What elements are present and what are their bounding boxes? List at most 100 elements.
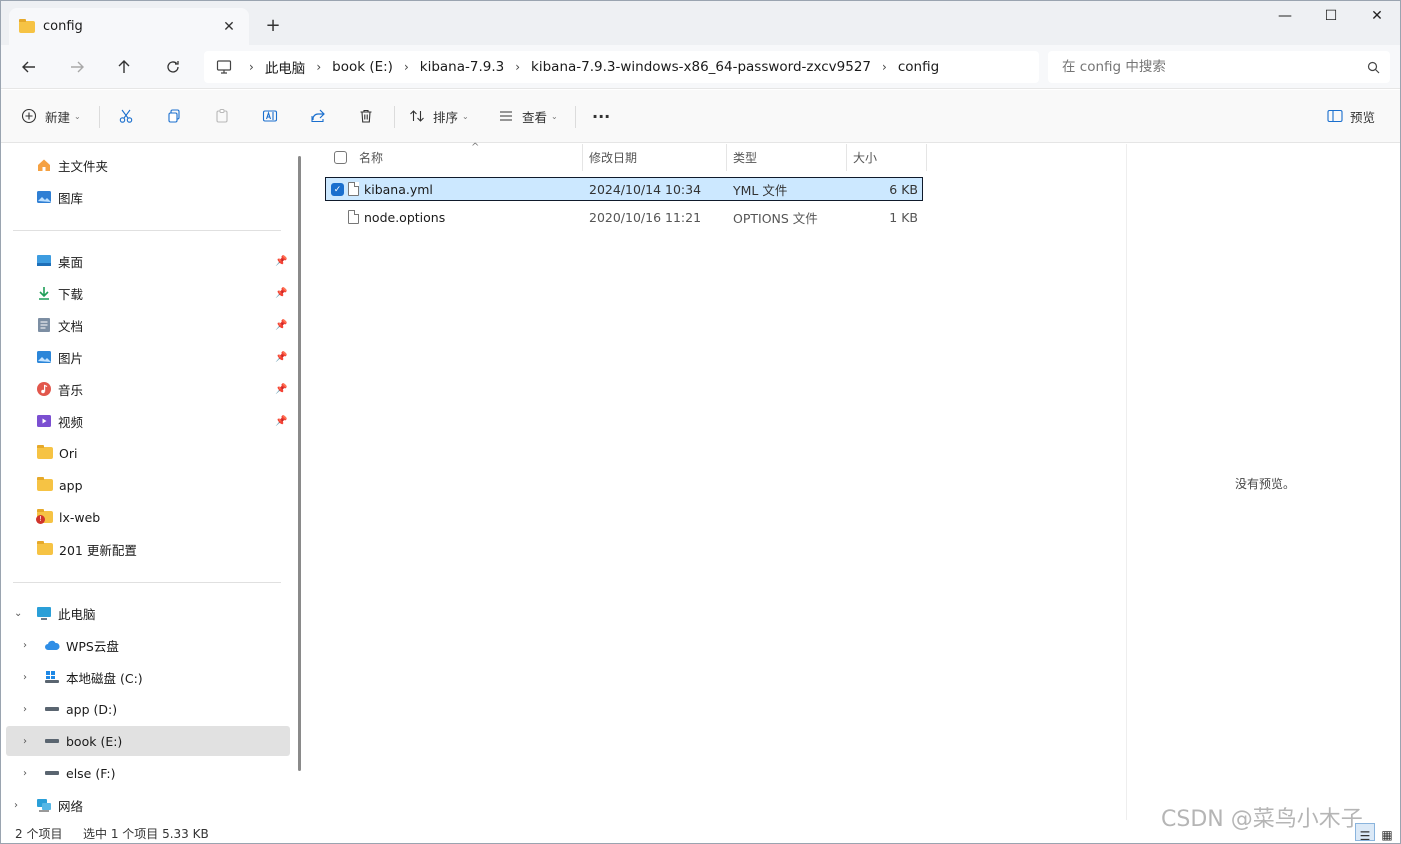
arrow-up-icon <box>118 60 130 73</box>
pin-icon[interactable]: 📌 <box>275 384 287 395</box>
file-icon <box>348 182 359 196</box>
sidebar-item-label: 文档 <box>58 318 84 334</box>
sidebar-item-gallery[interactable]: 图库 <box>1 182 291 212</box>
column-header-type[interactable]: 类型 <box>727 144 847 171</box>
sidebar-item-ori[interactable]: Ori <box>1 438 291 468</box>
table-row[interactable]: ✓ kibana.yml 2024/10/14 10:34 YML 文件 6 K… <box>325 177 923 201</box>
sidebar-item-pictures[interactable]: 图片 📌 <box>1 342 291 372</box>
sort-button[interactable]: 排序 ⌄ <box>409 102 469 130</box>
chevron-down-icon[interactable]: ⌄ <box>14 608 22 619</box>
chevron-right-icon[interactable]: › <box>23 672 27 683</box>
sidebar-item-label: 此电脑 <box>58 606 96 622</box>
sidebar-item-else-f[interactable]: › else (F:) <box>1 758 291 788</box>
tiles-view-button[interactable]: ▦ <box>1377 823 1397 842</box>
minimize-button[interactable]: — <box>1262 1 1308 31</box>
chevron-right-icon[interactable]: › <box>23 768 27 779</box>
copy-icon <box>168 109 180 123</box>
pin-icon[interactable]: 📌 <box>275 352 287 363</box>
toolbar-divider <box>575 106 576 128</box>
video-icon <box>35 413 53 429</box>
chevron-right-icon[interactable]: › <box>313 60 324 74</box>
file-size: 6 KB <box>889 181 918 197</box>
arrow-right-icon <box>71 61 84 73</box>
forward-button[interactable] <box>62 53 92 81</box>
sidebar-item-wps-cloud[interactable]: › WPS云盘 <box>1 630 291 660</box>
up-button[interactable] <box>109 53 139 81</box>
chevron-right-icon[interactable]: › <box>23 704 27 715</box>
chevron-right-icon[interactable]: › <box>401 60 412 74</box>
copy-button[interactable] <box>166 102 182 130</box>
scissors-icon <box>119 109 133 123</box>
sidebar-item-network[interactable]: › 网络 <box>1 790 291 820</box>
tab-close-icon[interactable]: ✕ <box>219 19 239 35</box>
chevron-right-icon[interactable]: › <box>14 800 18 811</box>
sidebar-item-label: 桌面 <box>58 254 84 270</box>
download-icon <box>35 285 53 301</box>
table-row[interactable]: node.options 2020/10/16 11:21 OPTIONS 文件… <box>325 205 923 229</box>
refresh-button[interactable] <box>158 53 188 81</box>
breadcrumb[interactable]: › 此电脑 › book (E:) › kibana-7.9.3 › kiban… <box>204 51 1039 83</box>
column-header-name[interactable]: 名称 ^ <box>325 142 583 171</box>
pin-icon[interactable]: 📌 <box>275 288 287 299</box>
share-button[interactable] <box>310 102 326 130</box>
paste-button[interactable] <box>214 102 230 130</box>
sidebar-scrollbar[interactable] <box>298 156 301 771</box>
sidebar-item-lx-web[interactable]: ! lx-web <box>1 502 291 532</box>
rename-button[interactable] <box>262 102 278 130</box>
back-button[interactable] <box>14 53 44 81</box>
sidebar-item-videos[interactable]: 视频 📌 <box>1 406 291 436</box>
column-header-size[interactable]: 大小 <box>847 144 927 171</box>
close-window-button[interactable]: ✕ <box>1354 1 1400 31</box>
select-all-checkbox[interactable] <box>334 151 347 164</box>
file-date: 2024/10/14 10:34 <box>589 181 702 197</box>
sidebar-item-music[interactable]: 音乐 📌 <box>1 374 291 404</box>
row-checkbox[interactable]: ✓ <box>331 183 344 196</box>
view-label: 查看 <box>522 109 548 125</box>
tab-config[interactable]: config ✕ <box>9 8 249 45</box>
sidebar-item-201-config[interactable]: 201 更新配置 <box>1 534 291 564</box>
column-header-date[interactable]: 修改日期 <box>583 144 727 171</box>
search-input[interactable] <box>1062 59 1367 75</box>
rename-icon <box>262 110 278 122</box>
toolbar-divider <box>394 106 395 128</box>
new-button[interactable]: 新建 ⌄ <box>21 102 81 130</box>
chevron-right-icon[interactable]: › <box>246 60 257 74</box>
pin-icon[interactable]: 📌 <box>275 320 287 331</box>
breadcrumb-config[interactable]: config <box>890 59 947 75</box>
delete-button[interactable] <box>358 102 374 130</box>
folder-icon <box>19 18 35 33</box>
sidebar-item-local-disk-c[interactable]: › 本地磁盘 (C:) <box>1 662 291 692</box>
chevron-right-icon[interactable]: › <box>23 640 27 651</box>
sidebar-item-this-pc[interactable]: ⌄ 此电脑 <box>1 598 291 628</box>
more-options-button[interactable]: ··· <box>592 102 610 130</box>
cut-button[interactable] <box>118 102 134 130</box>
view-button[interactable]: 查看 ⌄ <box>498 102 558 130</box>
breadcrumb-this-pc[interactable]: 此电脑 <box>257 57 314 77</box>
pin-icon[interactable]: 📌 <box>275 256 287 267</box>
preview-pane: 没有预览。 <box>1126 144 1400 820</box>
folder-icon <box>36 445 54 461</box>
new-tab-button[interactable]: + <box>263 15 283 36</box>
arrow-left-icon <box>22 61 35 73</box>
chevron-down-icon: ⌄ <box>551 111 558 121</box>
sidebar-item-documents[interactable]: 文档 📌 <box>1 310 291 340</box>
breadcrumb-book-e[interactable]: book (E:) <box>324 59 401 75</box>
chevron-right-icon[interactable]: › <box>512 60 523 74</box>
maximize-button[interactable]: ☐ <box>1308 1 1354 31</box>
sidebar-item-app[interactable]: app <box>1 470 291 500</box>
sort-ascending-icon: ^ <box>471 142 480 153</box>
chevron-right-icon[interactable]: › <box>23 736 27 747</box>
chevron-right-icon[interactable]: › <box>879 60 890 74</box>
pin-icon[interactable]: 📌 <box>275 416 287 427</box>
trash-icon <box>360 109 372 123</box>
sidebar-item-home[interactable]: 主文件夹 <box>1 150 291 180</box>
preview-pane-button[interactable]: 预览 <box>1327 102 1375 130</box>
sidebar-item-desktop[interactable]: 桌面 📌 <box>1 246 291 276</box>
breadcrumb-kibana-windows[interactable]: kibana-7.9.3-windows-x86_64-password-zxc… <box>523 59 879 75</box>
sidebar-item-downloads[interactable]: 下载 📌 <box>1 278 291 308</box>
breadcrumb-kibana[interactable]: kibana-7.9.3 <box>412 59 512 75</box>
sidebar-item-app-d[interactable]: › app (D:) <box>1 694 291 724</box>
tiles-view-icon: ▦ <box>1381 828 1393 842</box>
search-box[interactable] <box>1048 51 1390 83</box>
sidebar-item-book-e[interactable]: › book (E:) <box>6 726 290 756</box>
